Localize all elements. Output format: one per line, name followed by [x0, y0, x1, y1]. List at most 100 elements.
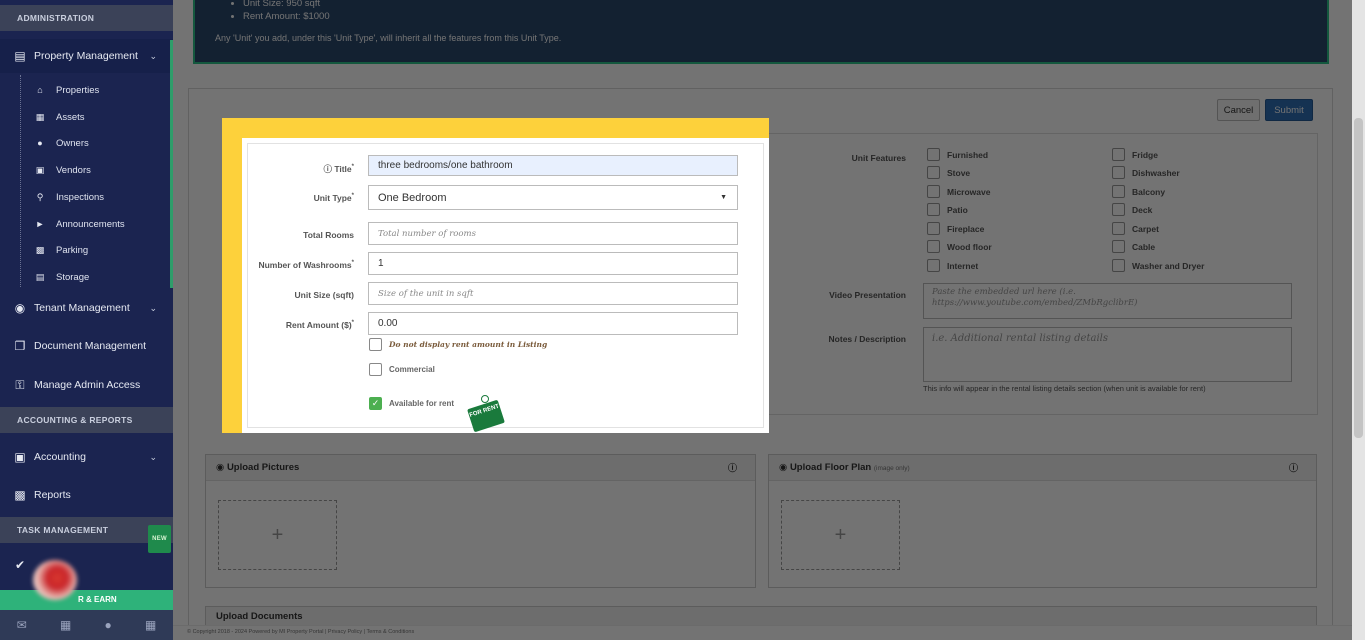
- sidebar-item-parking[interactable]: ▩ Parking: [0, 237, 173, 263]
- unit-size-label: Unit Size (sqft): [294, 290, 355, 300]
- sidebar-item-tasks[interactable]: ✔: [0, 548, 173, 582]
- feature-patio[interactable]: Patio: [927, 203, 968, 216]
- available-for-rent-checkbox[interactable]: ✓ Available for rent: [369, 397, 454, 410]
- page-scrollbar[interactable]: [1352, 0, 1365, 640]
- info-bullet: Unit Size: 950 sqft: [243, 0, 330, 10]
- checkbox[interactable]: [1112, 222, 1125, 235]
- calculator-icon[interactable]: ▦: [145, 618, 156, 632]
- feature-deck[interactable]: Deck: [1112, 203, 1152, 216]
- checkbox[interactable]: [369, 363, 382, 376]
- section-label: TASK MANAGEMENT: [17, 525, 109, 535]
- checkbox[interactable]: [1112, 185, 1125, 198]
- feature-microwave[interactable]: Microwave: [927, 185, 990, 198]
- sidebar-item-property-management[interactable]: ▤ Property Management ⌄: [0, 39, 173, 73]
- camera-icon: ◉: [216, 462, 225, 473]
- required-mark: *: [351, 260, 354, 267]
- total-rooms-input[interactable]: Total number of rooms: [368, 222, 738, 245]
- washrooms-input[interactable]: 1: [368, 252, 738, 275]
- notes-description-label: Notes / Description: [828, 334, 906, 344]
- sidebar-item-reports[interactable]: ▩ Reports: [0, 478, 173, 512]
- building-icon[interactable]: ▦: [60, 618, 71, 632]
- sidebar-item-assets[interactable]: ▦ Assets: [0, 104, 173, 130]
- scrollbar-thumb[interactable]: [1354, 118, 1363, 438]
- megaphone-icon: ►: [35, 219, 45, 229]
- sidebar-item-document-management[interactable]: ❐ Document Management: [0, 329, 173, 363]
- checkbox-label: Available for rent: [389, 399, 455, 408]
- unit-type-label: Unit Type*: [242, 193, 354, 203]
- pictures-dropzone[interactable]: +: [218, 500, 337, 570]
- notes-textarea[interactable]: i.e. Additional rental listing details: [923, 327, 1292, 382]
- feature-internet[interactable]: Internet: [927, 259, 978, 272]
- submit-button[interactable]: Submit: [1265, 99, 1313, 121]
- checkbox[interactable]: [927, 259, 940, 272]
- commercial-checkbox[interactable]: Commercial: [369, 363, 435, 376]
- feature-fireplace[interactable]: Fireplace: [927, 222, 984, 235]
- checkbox[interactable]: [927, 148, 940, 161]
- highlighted-form-region: ⓘ Title * three bedrooms/one bathroom Uni…: [222, 118, 769, 433]
- sidebar-item-inspections[interactable]: ⚲ Inspections: [0, 184, 173, 210]
- car-icon: ▩: [35, 244, 45, 255]
- title-input[interactable]: three bedrooms/one bathroom: [368, 155, 738, 176]
- unit-details-form: ⓘ Title * three bedrooms/one bathroom Uni…: [242, 138, 769, 433]
- section-accounting: ACCOUNTING & REPORTS: [0, 407, 173, 433]
- upload-floor-plan-panel: ◉ Upload Floor Plan (image only) ⓘ +: [768, 454, 1317, 588]
- sidebar-item-label: Properties: [56, 84, 100, 96]
- sidebar-item-tenant-management[interactable]: ◉ Tenant Management ⌄: [0, 291, 173, 325]
- checkbox[interactable]: [927, 185, 940, 198]
- info-icon[interactable]: ⓘ: [728, 455, 737, 481]
- video-url-textarea[interactable]: Paste the embedded url here (i.e. https:…: [923, 283, 1292, 319]
- sidebar-item-label: Announcements: [56, 218, 125, 230]
- hide-rent-checkbox[interactable]: Do not display rent amount in Listing: [369, 338, 547, 351]
- feature-label: Fireplace: [947, 223, 985, 234]
- checkbox[interactable]: [1112, 259, 1125, 272]
- feature-fridge[interactable]: Fridge: [1112, 148, 1158, 161]
- sidebar-item-properties[interactable]: ⌂ Properties: [0, 77, 173, 103]
- sidebar-item-manage-admin-access[interactable]: ⚿ Manage Admin Access: [0, 368, 173, 402]
- feature-furnished[interactable]: Furnished: [927, 148, 988, 161]
- title-label-text: Title: [334, 164, 352, 174]
- info-icon[interactable]: ⓘ: [1289, 455, 1298, 481]
- sidebar-item-owners[interactable]: ● Owners: [0, 130, 173, 156]
- unit-type-select[interactable]: One Bedroom ▼: [368, 185, 738, 210]
- sidebar-item-vendors[interactable]: ▣ Vendors: [0, 157, 173, 183]
- refer-earn-banner[interactable]: R & EARN: [0, 590, 173, 610]
- sidebar-item-announcements[interactable]: ► Announcements: [0, 211, 173, 237]
- placeholder-line: https://www.youtube.com/embed/ZMbRgclibr…: [932, 298, 1138, 308]
- feature-cable[interactable]: Cable: [1112, 240, 1155, 253]
- feature-label: Washer and Dryer: [1132, 260, 1205, 271]
- checkbox[interactable]: [369, 338, 382, 351]
- checkbox[interactable]: [927, 166, 940, 179]
- sidebar-item-accounting[interactable]: ▣ Accounting ⌄: [0, 440, 173, 474]
- mail-icon[interactable]: ✉: [17, 618, 27, 632]
- unit-size-input[interactable]: Size of the unit in sqft: [368, 282, 738, 305]
- feature-label: Microwave: [947, 186, 991, 197]
- rent-amount-input[interactable]: 0.00: [368, 312, 738, 335]
- unit-type-info-box: Unit Size: 950 sqft Rent Amount: $1000 A…: [193, 0, 1329, 64]
- panel-title: Upload Floor Plan: [789, 462, 872, 473]
- checkbox[interactable]: [927, 222, 940, 235]
- feature-label: Dishwasher: [1132, 167, 1180, 178]
- feature-washer-dryer[interactable]: Washer and Dryer: [1112, 259, 1204, 272]
- checkbox[interactable]: [1112, 240, 1125, 253]
- user-icon[interactable]: ●: [105, 618, 112, 632]
- feature-dishwasher[interactable]: Dishwasher: [1112, 166, 1180, 179]
- info-icon: ⓘ: [323, 164, 332, 174]
- checkbox[interactable]: [927, 240, 940, 253]
- feature-carpet[interactable]: Carpet: [1112, 222, 1159, 235]
- sidebar-item-label: Owners: [56, 137, 89, 149]
- checkbox[interactable]: [1112, 148, 1125, 161]
- feature-balcony[interactable]: Balcony: [1112, 185, 1165, 198]
- cancel-button[interactable]: Cancel: [1217, 99, 1260, 121]
- feature-label: Furnished: [947, 149, 989, 160]
- camera-icon: ◉: [779, 462, 788, 473]
- sidebar-item-storage[interactable]: ▤ Storage: [0, 264, 173, 290]
- checkbox[interactable]: [1112, 166, 1125, 179]
- required-mark: *: [351, 193, 354, 200]
- feature-stove[interactable]: Stove: [927, 166, 970, 179]
- checkbox[interactable]: [927, 203, 940, 216]
- floor-plan-dropzone[interactable]: +: [781, 500, 900, 570]
- feature-wood-floor[interactable]: Wood floor: [927, 240, 992, 253]
- checkmark-icon[interactable]: ✓: [369, 397, 382, 410]
- notes-help-text: This info will appear in the rental list…: [923, 384, 1206, 393]
- checkbox[interactable]: [1112, 203, 1125, 216]
